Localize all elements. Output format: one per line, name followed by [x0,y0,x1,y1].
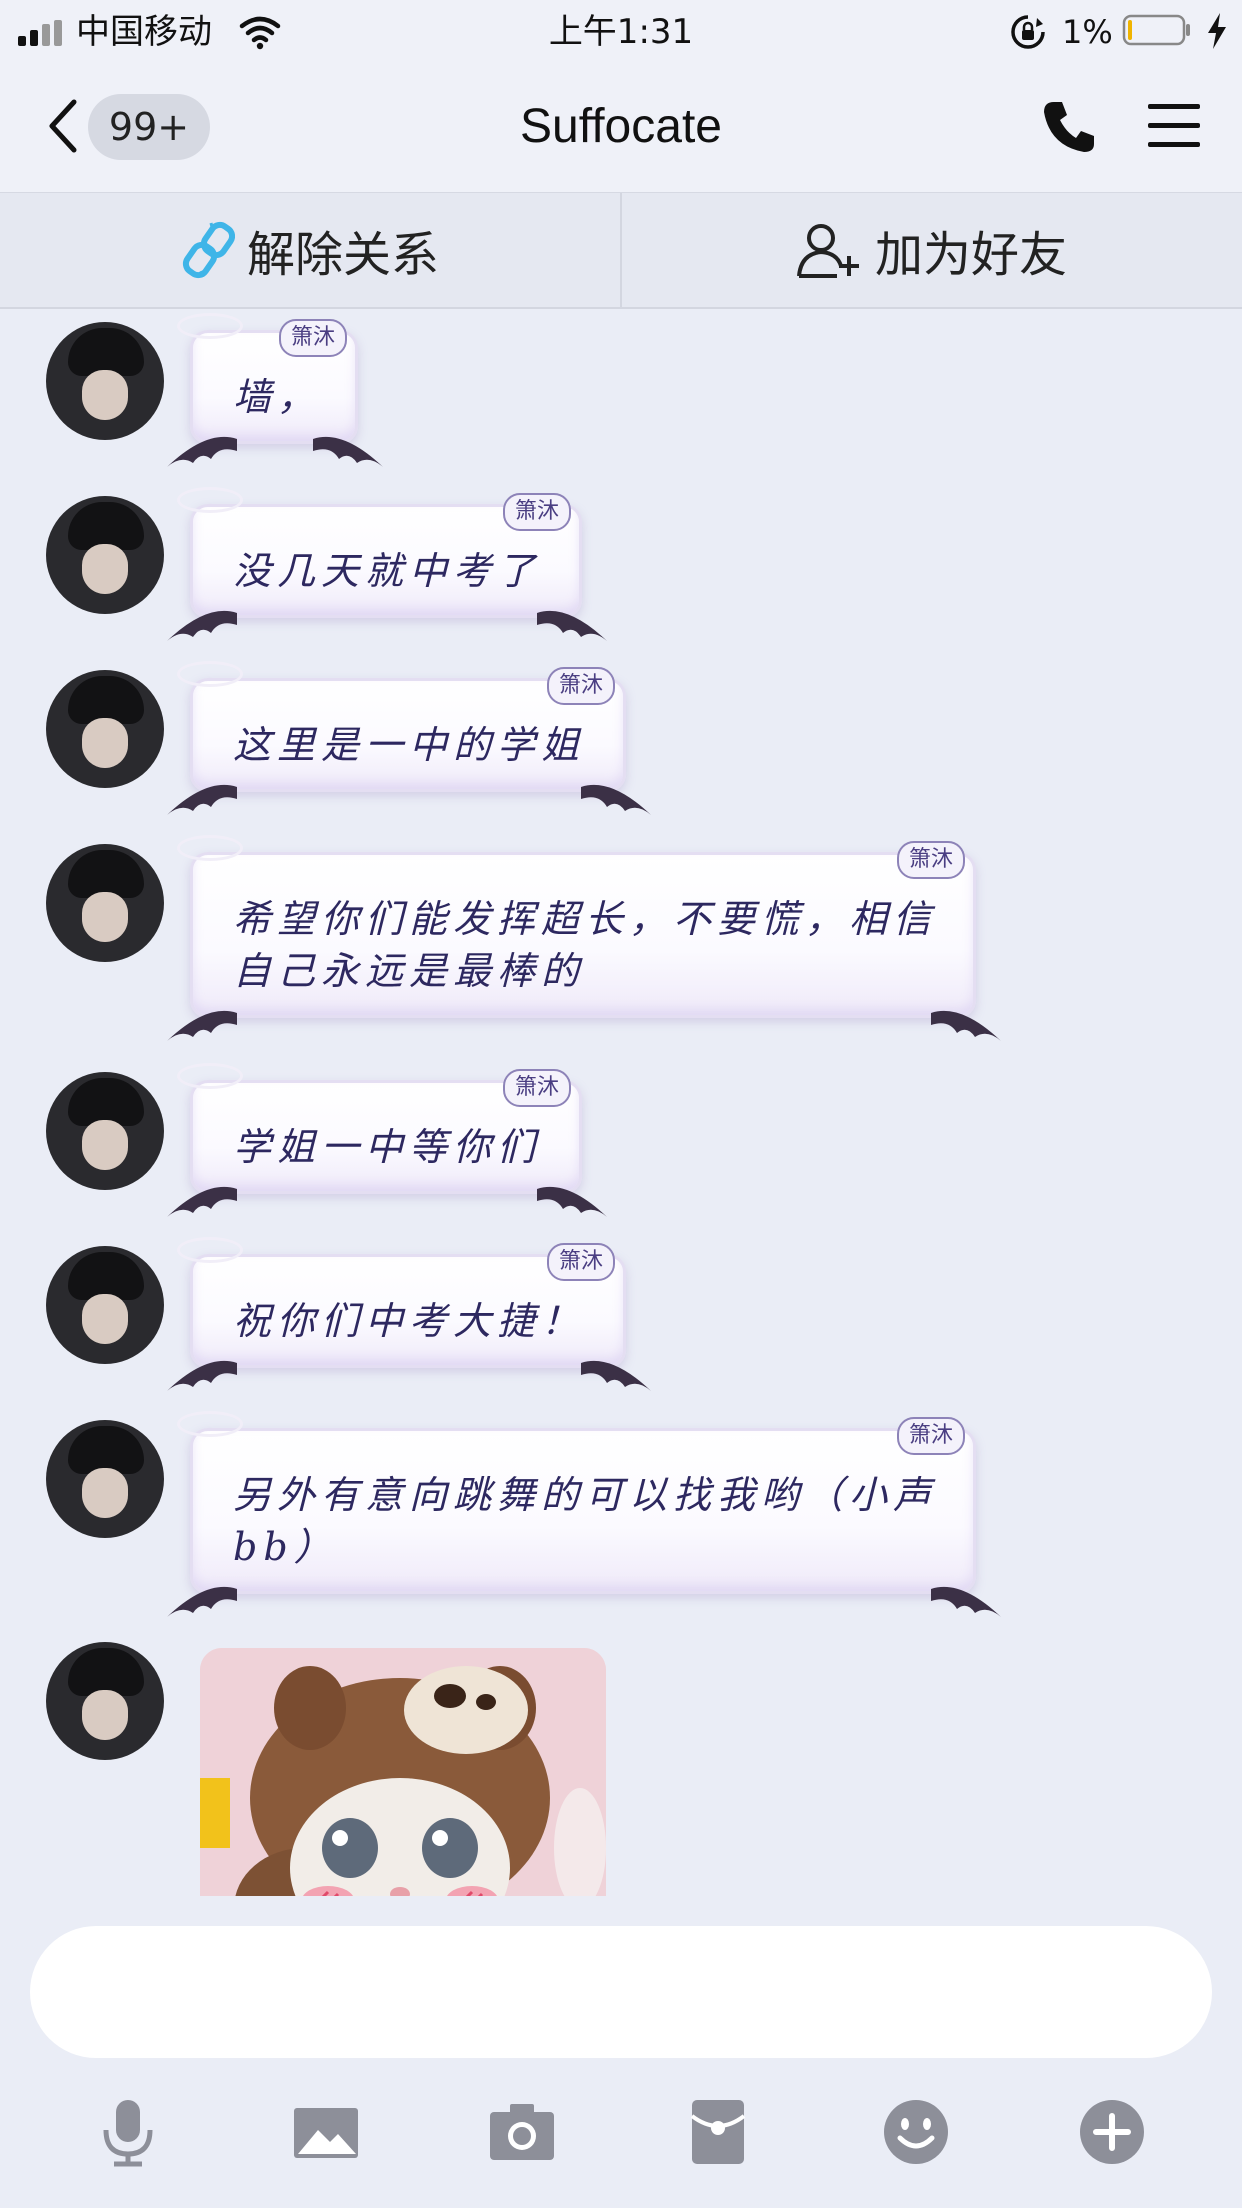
red-packet-icon[interactable] [682,2096,754,2168]
bat-wing-icon [581,1360,651,1391]
image-icon[interactable] [290,2096,362,2168]
unlink-relationship-button[interactable]: 解除关系 [0,193,620,307]
message-input[interactable] [30,1926,1212,2058]
message-list[interactable]: 箫沐 墙， 箫沐 没几天就中考了 箫沐 这里是一中的学姐 箫沐 希望你们能发挥超… [0,308,1242,1896]
bat-wing-icon [167,784,237,815]
message-text: 希望你们能发挥超长，不要慌，相信自己永远是最棒的 [233,897,938,993]
avatar[interactable] [46,844,164,962]
broken-link-icon [182,221,235,279]
bubble-tag: 箫沐 [502,1069,571,1107]
phone-icon[interactable] [1040,98,1098,156]
message-bubble[interactable]: 箫沐 学姐一中等你们 [167,1063,607,1217]
plus-icon[interactable] [1076,2096,1148,2168]
bubble-tag: 箫沐 [502,493,571,531]
bat-wing-icon [581,784,651,815]
bubble-tag: 箫沐 [546,1243,615,1281]
cat-in-bear-hat-sticker [200,1648,606,1896]
menu-icon[interactable] [1146,100,1202,152]
bat-wing-icon [167,610,237,641]
avatar[interactable] [46,496,164,614]
bat-wing-icon [167,1360,237,1391]
bat-wing-icon [167,436,237,467]
message-text: 祝你们中考大捷！ [233,1299,586,1343]
avatar[interactable] [46,1420,164,1538]
bat-wing-icon [931,1586,1001,1617]
message-text: 这里是一中的学姐 [233,723,586,767]
message-text: 学姐一中等你们 [233,1125,542,1169]
message-bubble[interactable]: 箫沐 这里是一中的学姐 [167,661,651,815]
message-bubble[interactable]: 箫沐 祝你们中考大捷！ [167,1237,651,1391]
battery-icon [1122,14,1190,46]
bubble-tag: 箫沐 [546,667,615,705]
message-bubble[interactable]: 箫沐 希望你们能发挥超长，不要慌，相信自己永远是最棒的 [167,835,1001,1041]
message-bubble[interactable]: 箫沐 没几天就中考了 [167,487,607,641]
bat-wing-icon [313,436,383,467]
bat-wing-icon [537,1186,607,1217]
unlink-label: 解除关系 [246,227,439,283]
nav-bar: 99+ Suffocate [0,62,1242,192]
message-bubble[interactable]: 箫沐 墙， [167,313,383,467]
input-area [0,1896,1242,2208]
message-text: 另外有意向跳舞的可以找我哟（小声bb） [233,1473,938,1569]
microphone-icon[interactable] [92,2096,164,2168]
avatar[interactable] [46,1642,164,1760]
camera-icon[interactable] [486,2096,558,2168]
bubble-tag: 箫沐 [896,1417,965,1455]
bat-wing-icon [167,1186,237,1217]
emoji-icon[interactable] [880,2096,952,2168]
bat-wing-icon [537,610,607,641]
bat-wing-icon [167,1010,237,1041]
message-bubble[interactable]: 箫沐 另外有意向跳舞的可以找我哟（小声bb） [167,1411,1001,1617]
add-friend-button[interactable]: 加为好友 [622,193,1242,307]
bubble-tag: 箫沐 [896,841,965,879]
avatar[interactable] [46,322,164,440]
bat-wing-icon [167,1586,237,1617]
avatar[interactable] [46,1072,164,1190]
rotation-lock-icon [1011,15,1045,49]
add-friend-label: 加为好友 [874,227,1067,283]
message-text: 墙， [233,375,322,419]
status-bar: 中国移动 上午1:31 1% [0,0,1242,62]
bat-wing-icon [931,1010,1001,1041]
avatar[interactable] [46,670,164,788]
avatar[interactable] [46,1246,164,1364]
message-text: 没几天就中考了 [233,549,542,593]
relation-action-bar: 解除关系 加为好友 [0,192,1242,309]
add-person-icon [796,224,859,278]
bubble-tag: 箫沐 [278,319,347,357]
battery-percent: 1% [1062,13,1113,51]
cat-sticker-image[interactable] [200,1648,606,1896]
clock: 上午1:31 [548,12,694,52]
charging-icon [1208,13,1226,49]
